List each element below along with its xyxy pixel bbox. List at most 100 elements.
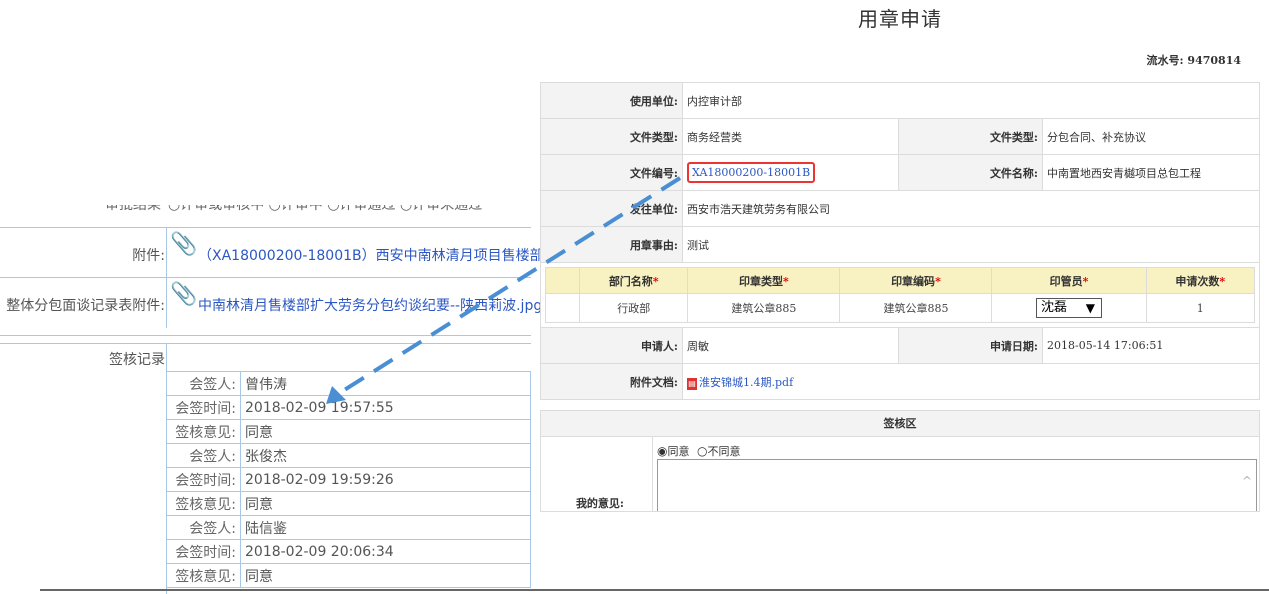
use-unit-label: 使用单位:	[540, 82, 683, 119]
reason-value: 测试	[682, 226, 1260, 263]
table-row: 会签人: 张俊杰	[166, 443, 531, 468]
table-row: 会签人: 陆信鉴	[166, 515, 531, 540]
count-cell: 1	[1145, 293, 1256, 323]
opinion-label-cell: 我的意见:	[541, 437, 653, 511]
attachment-link[interactable]: （XA18000200-18001B）西安中南林清月项目售楼部扩	[198, 245, 558, 265]
sign-time-value: 2018-02-09 19:59:26	[240, 467, 531, 492]
seal-application-form: 用章申请 流水号: 9470814 使用单位: 内控审计部 文件类型: 商务经营…	[540, 0, 1269, 512]
table-header-row: 部门名称* 印章类型* 印章编码* 印管员* 申请次数*	[545, 267, 1256, 294]
sign-record-row: 签核记录	[0, 343, 531, 594]
opinion-label: 我的意见:	[575, 497, 624, 510]
sign-time-label: 会签时间:	[166, 467, 241, 492]
review-title: 签核区	[541, 411, 1259, 437]
opinion-value: 同意	[240, 491, 531, 516]
column-header: 印章类型*	[687, 267, 841, 294]
opinion-label: 签核意见:	[166, 563, 241, 588]
approval-result-label: 审批结果	[105, 205, 161, 213]
table-row: 申请人: 周敏 申请日期: 2018-05-14 17:06:51	[540, 327, 1260, 364]
opinion-value: 同意	[240, 563, 531, 588]
attach-label: 附件文档:	[540, 363, 683, 400]
chevron-down-icon: ▼	[1085, 301, 1096, 315]
seal-row-wrapper: 部门名称* 印章类型* 印章编码* 印管员* 申请次数* 行政部 建筑公章885…	[540, 262, 1260, 328]
doc-no-label: 文件编号:	[540, 154, 683, 191]
scroll-up-icon[interactable]: ^	[1242, 474, 1252, 488]
use-unit-value: 内控审计部	[682, 82, 1260, 119]
divider	[0, 335, 531, 343]
table-row: 会签时间: 2018-02-09 19:59:26	[166, 467, 531, 492]
empty-header	[545, 267, 580, 294]
table-row: 签核意见: 同意	[166, 563, 531, 588]
approval-result-options[interactable]: ○评审或审核中 ○评审中 ○评审通过 ○评审未通过	[168, 205, 482, 214]
doc-name-value: 中南置地西安青樾项目总包工程	[1042, 154, 1260, 191]
agree-radio[interactable]: ◉	[657, 444, 667, 458]
sign-record-label: 签核记录	[109, 352, 165, 368]
record-attachment-link[interactable]: 中南林清月售楼部扩大劳务分包约谈纪要--陕西莉波.jpg	[198, 295, 542, 315]
column-header: 印管员*	[991, 267, 1147, 294]
table-row: 签核意见: 同意	[166, 491, 531, 516]
bottom-divider	[40, 589, 1269, 591]
page-title: 用章申请	[858, 7, 942, 31]
doc-name-label: 文件名称:	[898, 154, 1043, 191]
table-row: 使用单位: 内控审计部	[540, 82, 1260, 119]
disagree-label: 不同意	[707, 445, 741, 458]
doc-no-link[interactable]: XA18000200-18001B	[687, 162, 816, 183]
record-attachment-label: 整体分包面谈记录表附件:	[6, 298, 165, 314]
form-table: 使用单位: 内控审计部 文件类型: 商务经营类 文件类型: 分包合同、补充协议 …	[540, 82, 1260, 400]
doc-no-cell: XA18000200-18001B	[682, 154, 899, 191]
table-row: 用章事由: 测试	[540, 226, 1260, 263]
disagree-radio[interactable]: ○	[697, 444, 707, 458]
opinion-label: 签核意见:	[166, 419, 241, 444]
seal-code-cell: 建筑公章885	[839, 293, 993, 323]
pdf-icon: ▤	[687, 377, 697, 390]
sign-time-label: 会签时间:	[166, 395, 241, 420]
column-header: 印章编码*	[839, 267, 993, 294]
table-row: 附件文档: ▤ 淮安锦城1.4期.pdf	[540, 363, 1260, 400]
opinion-value: 同意	[240, 419, 531, 444]
apply-date-value: 2018-05-14 17:06:51	[1042, 327, 1260, 364]
signer-value: 陆信鉴	[240, 515, 531, 540]
row-divider	[166, 228, 167, 278]
seal-table-cell: 部门名称* 印章类型* 印章编码* 印管员* 申请次数* 行政部 建筑公章885…	[540, 262, 1260, 328]
send-unit-label: 发往单位:	[540, 190, 683, 227]
sign-record-table: 会签人: 曾伟涛 会签时间: 2018-02-09 19:57:55 签核意见: 同意…	[166, 371, 531, 588]
approval-result-row: 审批结果 ○评审或审核中 ○评审中 ○评审通过 ○评审未通过	[0, 205, 531, 227]
review-area: 签核区 我的意见: ◉同意 ○不同意 ^	[540, 410, 1260, 512]
table-row: 行政部 建筑公章885 建筑公章885 沈磊 ▼ 1	[545, 293, 1256, 323]
column-header: 部门名称*	[578, 267, 689, 294]
sign-time-value: 2018-02-09 19:57:55	[240, 395, 531, 420]
agree-label: 同意	[667, 445, 690, 458]
manager-select[interactable]: 沈磊 ▼	[1036, 298, 1103, 318]
table-row: 发往单位: 西安市浩天建筑劳务有限公司	[540, 190, 1260, 227]
signer-label: 会签人:	[166, 443, 241, 468]
column-header: 申请次数*	[1145, 267, 1256, 294]
signer-label: 会签人:	[166, 515, 241, 540]
seal-type-cell: 建筑公章885	[687, 293, 841, 323]
signer-value: 张俊杰	[240, 443, 531, 468]
manager-cell: 沈磊 ▼	[991, 293, 1147, 323]
opinion-textarea[interactable]: ^	[657, 459, 1257, 511]
applicant-label: 申请人:	[540, 327, 683, 364]
doc-type-value: 商务经营类	[682, 118, 899, 155]
record-attachment-row: 整体分包面谈记录表附件: 📎 中南林清月售楼部扩大劳务分包约谈纪要--陕西莉波.…	[0, 277, 542, 328]
attachment-row: 附件: 📎 （XA18000200-18001B）西安中南林清月项目售楼部扩	[0, 227, 558, 278]
table-row: 会签时间: 2018-02-09 20:06:34	[166, 539, 531, 564]
doc-type2-label: 文件类型:	[898, 118, 1043, 155]
row-divider	[166, 278, 167, 328]
dept-cell: 行政部	[578, 293, 689, 323]
row-checkbox-cell[interactable]	[545, 293, 580, 323]
table-row: 会签人: 曾伟涛	[166, 371, 531, 396]
table-row: 文件编号: XA18000200-18001B 文件名称: 中南置地西安青樾项目…	[540, 154, 1260, 191]
attachment-label: 附件:	[132, 248, 165, 264]
sign-time-value: 2018-02-09 20:06:34	[240, 539, 531, 564]
paperclip-icon: 📎	[170, 232, 198, 257]
paperclip-icon: 📎	[170, 282, 198, 307]
table-row: 文件类型: 商务经营类 文件类型: 分包合同、补充协议	[540, 118, 1260, 155]
doc-type2-value: 分包合同、补充协议	[1042, 118, 1260, 155]
table-row: 会签时间: 2018-02-09 19:57:55	[166, 395, 531, 420]
left-approval-panel: 审批结果 ○评审或审核中 ○评审中 ○评审通过 ○评审未通过 附件: 📎 （XA…	[0, 205, 558, 594]
apply-date-label: 申请日期:	[898, 327, 1043, 364]
opinion-radios: ◉同意 ○不同意	[657, 443, 740, 459]
attach-link[interactable]: 淮安锦城1.4期.pdf	[699, 376, 793, 389]
sign-time-label: 会签时间:	[166, 539, 241, 564]
serial-number: 流水号: 9470814	[1146, 54, 1241, 67]
